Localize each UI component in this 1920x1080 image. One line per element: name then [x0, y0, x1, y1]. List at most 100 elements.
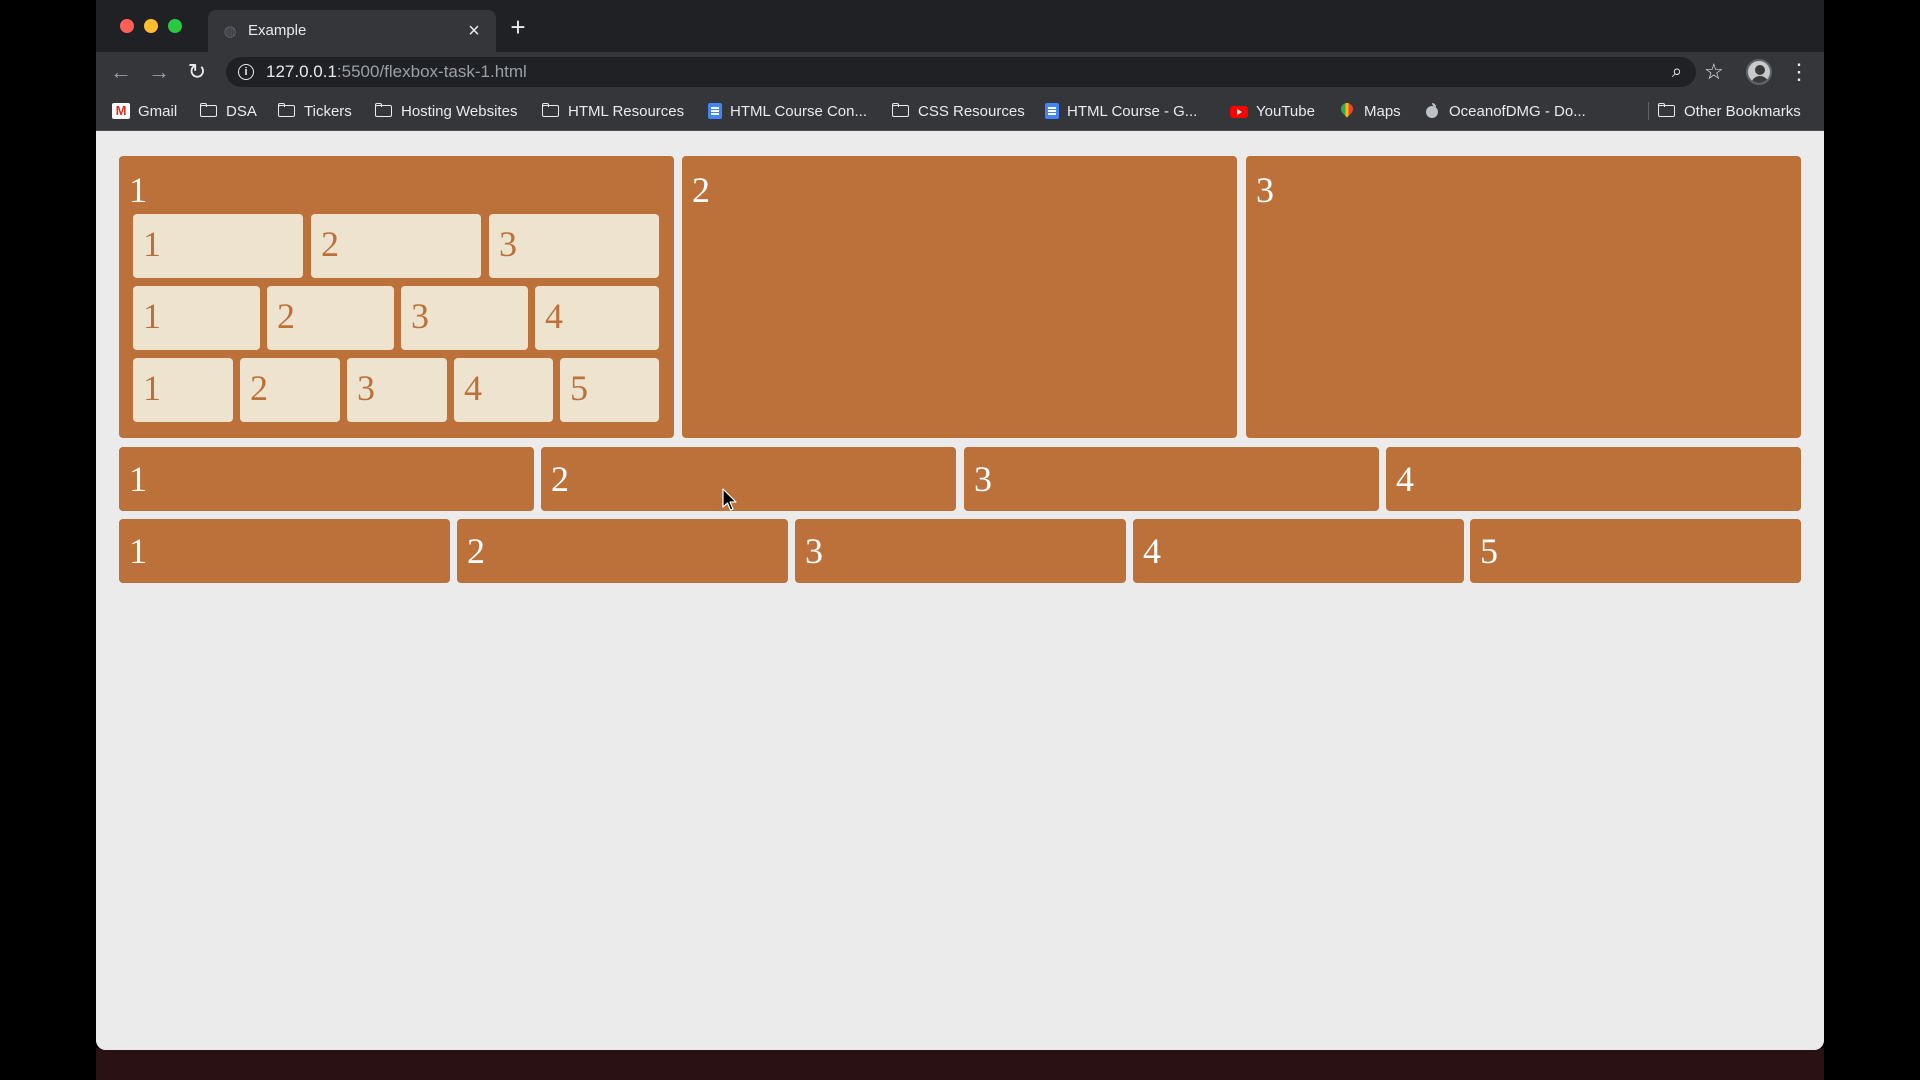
- folder-icon: [200, 103, 218, 119]
- bookmark-html-resources[interactable]: HTML Resources: [542, 100, 684, 122]
- bookmark-label: HTML Resources: [568, 102, 685, 120]
- bookmark-divider: [1648, 102, 1649, 120]
- box-label: 2: [551, 459, 569, 499]
- address-bar[interactable]: i 127.0.0.1:5500/flexbox-task-1.html ⌕: [226, 57, 1696, 87]
- box-label: 1: [143, 296, 161, 336]
- box-label: 2: [277, 296, 295, 336]
- tab-close-icon[interactable]: ×: [464, 21, 484, 41]
- box-label: 3: [1256, 170, 1274, 210]
- folder-icon: [892, 103, 910, 119]
- forward-button[interactable]: →: [146, 59, 172, 85]
- bookmark-css-resources[interactable]: CSS Resources: [892, 100, 1025, 122]
- nested-a-box-3: 3: [489, 214, 659, 278]
- row1-box-3: 3: [1246, 156, 1801, 438]
- nested-b-box-2: 2: [267, 286, 394, 350]
- youtube-icon: [1230, 106, 1248, 118]
- folder-icon: [278, 103, 296, 119]
- bookmark-hosting-websites[interactable]: Hosting Websites: [375, 100, 517, 122]
- bookmark-label: Hosting Websites: [401, 102, 518, 120]
- bookmark-gmail[interactable]: Gmail: [112, 100, 177, 122]
- nested-a-box-2: 2: [311, 214, 481, 278]
- bookmark-html-course-con[interactable]: HTML Course Con...: [708, 100, 867, 122]
- tab-example[interactable]: ◍ Example ×: [208, 10, 496, 52]
- box-label: 3: [411, 296, 429, 336]
- nested-c-box-4: 4: [454, 358, 553, 422]
- reload-button[interactable]: ↻: [184, 59, 210, 85]
- bookmark-label: Gmail: [138, 102, 178, 120]
- bookmark-label: CSS Resources: [918, 102, 1025, 120]
- box-label: 5: [570, 368, 588, 408]
- minimize-window-button[interactable]: [144, 19, 158, 33]
- row2-box-3: 3: [964, 447, 1379, 511]
- box-label: 4: [545, 296, 563, 336]
- bookmark-label: OceanofDMG - Do...: [1449, 102, 1586, 120]
- row3-box-3: 3: [795, 519, 1126, 583]
- box-label: 3: [805, 531, 823, 571]
- menu-dots-icon[interactable]: ⋮: [1788, 59, 1810, 85]
- row1-box-2: 2: [682, 156, 1237, 438]
- row1-box-1: 1 1 2 3 1 2 3 4 1 2 3 4 5: [119, 156, 674, 438]
- arrow-right-icon: →: [148, 59, 170, 84]
- box-label: 3: [974, 459, 992, 499]
- folder-icon: [1658, 103, 1676, 119]
- bookmark-dsa[interactable]: DSA: [200, 100, 257, 122]
- row3-box-2: 2: [457, 519, 788, 583]
- avatar-body: [1751, 76, 1769, 83]
- nested-b-box-3: 3: [401, 286, 528, 350]
- box-label: 1: [143, 368, 161, 408]
- star-icon[interactable]: ☆: [1704, 59, 1724, 85]
- nested-b-box-4: 4: [535, 286, 659, 350]
- bookmark-label: Maps: [1364, 102, 1401, 120]
- box-label: 2: [250, 368, 268, 408]
- box-label: 4: [1143, 531, 1161, 571]
- arrow-left-icon: ←: [110, 59, 132, 84]
- nested-b-box-1: 1: [133, 286, 260, 350]
- maps-icon: [1338, 103, 1356, 119]
- gmail-icon: [112, 103, 130, 119]
- row2-box-1: 1: [119, 447, 534, 511]
- box-label: 1: [129, 459, 147, 499]
- box-label: 4: [1396, 459, 1414, 499]
- bookmark-tickers[interactable]: Tickers: [278, 100, 352, 122]
- box-label: 3: [499, 224, 517, 264]
- url-host: 127.0.0.1: [266, 62, 337, 81]
- nested-c-box-1: 1: [133, 358, 233, 422]
- bookmark-label: Other Bookmarks: [1684, 102, 1801, 120]
- row2-box-2: 2: [541, 447, 956, 511]
- avatar[interactable]: [1746, 59, 1772, 85]
- info-icon[interactable]: i: [238, 64, 254, 80]
- bookmark-youtube[interactable]: YouTube: [1230, 100, 1315, 122]
- desktop-background: [96, 1048, 1824, 1080]
- close-window-button[interactable]: [120, 19, 134, 33]
- back-button[interactable]: ←: [108, 59, 134, 85]
- bookmark-oceanofdmg[interactable]: OceanofDMG - Do...: [1423, 100, 1586, 122]
- document-icon: [1045, 103, 1059, 119]
- row3-box-5: 5: [1470, 519, 1801, 583]
- nested-c-box-3: 3: [347, 358, 447, 422]
- tab-bar: ◍ Example × +: [96, 0, 1824, 52]
- box-label: 1: [129, 531, 147, 571]
- browser-window: ◍ Example × + ← → ↻ i 127.0.0.1:5500/fle…: [96, 0, 1824, 1050]
- box-label: 5: [1480, 531, 1498, 571]
- zoom-icon[interactable]: ⌕: [1672, 61, 1682, 82]
- box-label: 4: [464, 368, 482, 408]
- nested-c-box-5: 5: [560, 358, 659, 422]
- new-tab-button[interactable]: +: [506, 14, 530, 40]
- bookmark-maps[interactable]: Maps: [1338, 100, 1401, 122]
- bookmark-label: YouTube: [1256, 102, 1315, 120]
- nested-c-box-2: 2: [240, 358, 340, 422]
- bookmark-label: DSA: [226, 102, 257, 120]
- bookmark-label: HTML Course - G...: [1067, 102, 1198, 120]
- reload-icon: ↻: [187, 59, 207, 84]
- bookmark-other-bookmarks[interactable]: Other Bookmarks: [1658, 100, 1801, 122]
- bookmark-label: Tickers: [304, 102, 352, 120]
- document-icon: [708, 103, 722, 119]
- apple-icon: [1423, 103, 1441, 119]
- url-text[interactable]: 127.0.0.1:5500/flexbox-task-1.html: [266, 62, 527, 82]
- bookmark-html-course-g[interactable]: HTML Course - G...: [1045, 100, 1197, 122]
- box-label: 2: [692, 170, 710, 210]
- box-label: 3: [357, 368, 375, 408]
- page-content: 1 1 2 3 1 2 3 4 1 2 3 4 5 2 3 1 2 3 4 1 …: [96, 131, 1824, 1050]
- bookmark-label: HTML Course Con...: [730, 102, 867, 120]
- maximize-window-button[interactable]: [168, 19, 182, 33]
